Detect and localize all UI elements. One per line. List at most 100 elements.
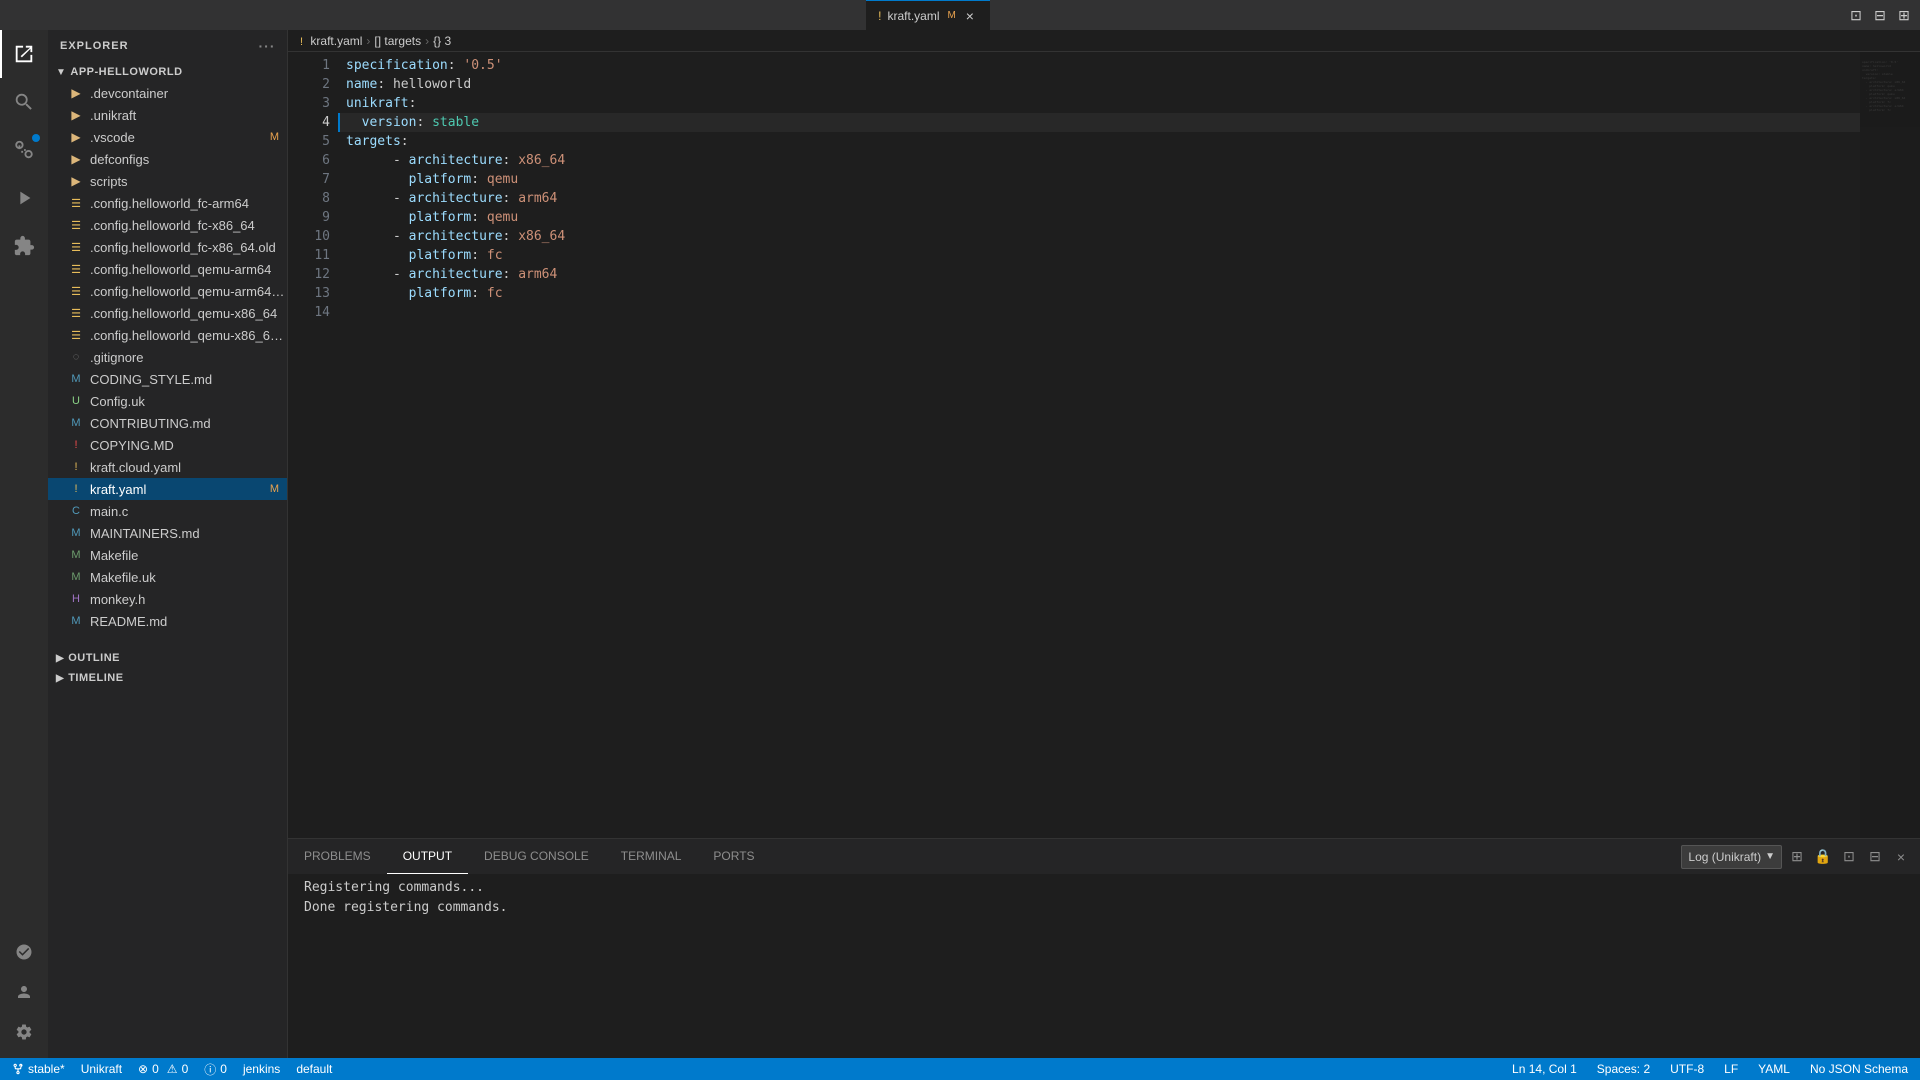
- tree-item-vscode[interactable]: ▶ .vscode M: [48, 126, 287, 148]
- root-folder-label: APP-HELLOWORLD: [70, 66, 182, 78]
- status-language-text: YAML: [1758, 1062, 1790, 1076]
- status-unikraft-text: Unikraft: [81, 1062, 122, 1076]
- code-line-5: targets:: [338, 132, 1860, 151]
- tree-item-readme[interactable]: M README.md: [48, 610, 287, 632]
- tree-item-monkey-h[interactable]: H monkey.h: [48, 588, 287, 610]
- status-unikraft[interactable]: Unikraft: [77, 1058, 126, 1080]
- panel-tab-debug-console[interactable]: DEBUG CONSOLE: [468, 839, 605, 874]
- activity-item-explorer[interactable]: [0, 30, 48, 78]
- panel-tabs: PROBLEMS OUTPUT DEBUG CONSOLE TERMINAL P…: [288, 839, 1920, 874]
- tree-item-config-qemu-x86-old[interactable]: ☰ .config.helloworld_qemu-x86_64.old: [48, 324, 287, 346]
- file-icon: !: [68, 481, 84, 497]
- activity-item-settings[interactable]: [0, 1014, 48, 1050]
- tree-item-maintainers[interactable]: M MAINTAINERS.md: [48, 522, 287, 544]
- status-warning-icon: ⚠: [167, 1062, 178, 1076]
- tree-item-coding-style[interactable]: M CODING_STYLE.md: [48, 368, 287, 390]
- file-icon: M: [68, 613, 84, 629]
- code-lines[interactable]: specification: '0.5'name: helloworldunik…: [338, 52, 1860, 838]
- panel-tab-problems[interactable]: PROBLEMS: [288, 839, 387, 874]
- activity-item-run[interactable]: [0, 174, 48, 222]
- panel-tab-ports[interactable]: PORTS: [697, 839, 770, 874]
- status-jenkins-text: jenkins: [243, 1062, 280, 1076]
- status-jenkins[interactable]: jenkins: [239, 1058, 284, 1080]
- output-line: Registering commands...: [304, 878, 1904, 898]
- tree-item-makefile[interactable]: M Makefile: [48, 544, 287, 566]
- tab-close-button[interactable]: ×: [962, 8, 978, 24]
- tree-item-config-fc-x86-old[interactable]: ☰ .config.helloworld_fc-x86_64.old: [48, 236, 287, 258]
- minimize-icon[interactable]: ⊟: [1872, 7, 1888, 23]
- status-json-schema[interactable]: No JSON Schema: [1806, 1058, 1912, 1080]
- sidebar-header-icons: ···: [259, 38, 275, 54]
- file-icon: ☰: [68, 261, 84, 277]
- panel-maximize-icon[interactable]: ⊟: [1864, 846, 1886, 868]
- breadcrumb-path[interactable]: [] targets: [374, 34, 421, 48]
- tree-item-contributing[interactable]: M CONTRIBUTING.md: [48, 412, 287, 434]
- code-line-10: - architecture: x86_64: [338, 227, 1860, 246]
- tree-item-config-uk[interactable]: U Config.uk: [48, 390, 287, 412]
- source-control-badge: [32, 134, 40, 142]
- breadcrumb-sep-1: ›: [366, 34, 370, 48]
- status-error-icon: ⊗: [138, 1062, 148, 1076]
- tree-item-config-qemu-arm64-old[interactable]: ☰ .config.helloworld_qemu-arm64.old: [48, 280, 287, 302]
- file-icon: M: [68, 371, 84, 387]
- tree-item-config-fc-x86[interactable]: ☰ .config.helloworld_fc-x86_64: [48, 214, 287, 236]
- panel-tab-output[interactable]: OUTPUT: [387, 839, 468, 874]
- sidebar: EXPLORER ··· ▼ APP-HELLOWORLD ▶ .devcont…: [48, 30, 288, 1058]
- breadcrumb-item[interactable]: {} 3: [433, 34, 451, 48]
- status-info[interactable]: ⓘ 0: [200, 1058, 231, 1080]
- activity-item-search[interactable]: [0, 78, 48, 126]
- tree-item-config-qemu-arm64[interactable]: ☰ .config.helloworld_qemu-arm64: [48, 258, 287, 280]
- code-editor: 1234567891011121314 specification: '0.5'…: [288, 52, 1920, 838]
- panel: PROBLEMS OUTPUT DEBUG CONSOLE TERMINAL P…: [288, 838, 1920, 1058]
- tree-item-gitignore[interactable]: ◌ .gitignore: [48, 346, 287, 368]
- panel-grid-icon[interactable]: ⊞: [1786, 846, 1808, 868]
- tree-item-makefile-uk[interactable]: M Makefile.uk: [48, 566, 287, 588]
- activity-item-account[interactable]: [0, 974, 48, 1010]
- activity-item-extensions[interactable]: [0, 222, 48, 270]
- code-line-8: - architecture: arm64: [338, 189, 1860, 208]
- activity-item-remote[interactable]: [0, 934, 48, 970]
- tree-item-devcontainer[interactable]: ▶ .devcontainer: [48, 82, 287, 104]
- tree-item-scripts[interactable]: ▶ scripts: [48, 170, 287, 192]
- layout-icon[interactable]: ⊡: [1848, 7, 1864, 23]
- panel-tab-terminal[interactable]: TERMINAL: [605, 839, 698, 874]
- tree-item-label: .unikraft: [90, 108, 287, 123]
- panel-popout-icon[interactable]: ⊡: [1838, 846, 1860, 868]
- tree-item-config-qemu-x86[interactable]: ☰ .config.helloworld_qemu-x86_64: [48, 302, 287, 324]
- tree-item-main-c[interactable]: C main.c: [48, 500, 287, 522]
- file-icon: ☰: [68, 195, 84, 211]
- tree-item-label: .config.helloworld_qemu-arm64.old: [90, 284, 287, 299]
- tree-item-defconfigs[interactable]: ▶ defconfigs: [48, 148, 287, 170]
- tree-root-folder[interactable]: ▼ APP-HELLOWORLD: [48, 62, 287, 82]
- status-branch[interactable]: stable*: [8, 1058, 69, 1080]
- tree-item-copying[interactable]: ! COPYING.MD: [48, 434, 287, 456]
- outline-section[interactable]: ▶ OUTLINE: [48, 648, 287, 668]
- maximize-icon[interactable]: ⊞: [1896, 7, 1912, 23]
- timeline-section[interactable]: ▶ TIMELINE: [48, 668, 287, 688]
- line-numbers: 1234567891011121314: [288, 52, 338, 838]
- status-default[interactable]: default: [292, 1058, 336, 1080]
- status-position[interactable]: Ln 14, Col 1: [1508, 1058, 1581, 1080]
- status-language[interactable]: YAML: [1754, 1058, 1794, 1080]
- tab-kraft-yaml[interactable]: ! kraft.yaml M ×: [866, 0, 990, 30]
- editor-tabs: ! kraft.yaml M ×: [866, 0, 990, 30]
- panel-close-icon[interactable]: ×: [1890, 846, 1912, 868]
- tree-item-unikraft[interactable]: ▶ .unikraft: [48, 104, 287, 126]
- status-position-text: Ln 14, Col 1: [1512, 1062, 1577, 1076]
- tree-item-kraft-cloud-yaml[interactable]: ! kraft.cloud.yaml: [48, 456, 287, 478]
- tree-item-label: .vscode: [90, 130, 270, 145]
- tree-item-config-fc-arm64[interactable]: ☰ .config.helloworld_fc-arm64: [48, 192, 287, 214]
- status-encoding[interactable]: UTF-8: [1666, 1058, 1708, 1080]
- status-eol[interactable]: LF: [1720, 1058, 1742, 1080]
- sidebar-more-icon[interactable]: ···: [259, 38, 275, 54]
- activity-item-source-control[interactable]: [0, 126, 48, 174]
- panel-lock-icon[interactable]: 🔒: [1812, 846, 1834, 868]
- tree-item-kraft-yaml[interactable]: ! kraft.yaml M: [48, 478, 287, 500]
- status-errors[interactable]: ⊗ 0 ⚠ 0: [134, 1058, 192, 1080]
- breadcrumb-file: ! kraft.yaml: [300, 34, 362, 48]
- tree-item-label: .config.helloworld_qemu-arm64: [90, 262, 287, 277]
- code-line-13: platform: fc: [338, 284, 1860, 303]
- status-spaces[interactable]: Spaces: 2: [1593, 1058, 1654, 1080]
- tree-item-label: monkey.h: [90, 592, 287, 607]
- log-dropdown[interactable]: Log (Unikraft) ▼: [1681, 845, 1782, 869]
